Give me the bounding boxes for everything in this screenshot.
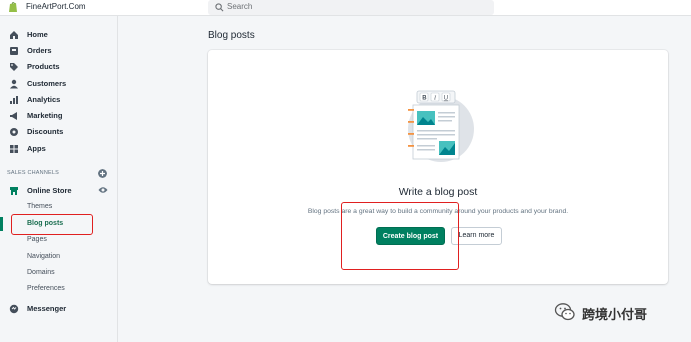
apps-icon xyxy=(10,145,18,153)
tag-icon xyxy=(10,63,18,71)
bar-chart-icon xyxy=(10,96,18,104)
empty-state-heading: Write a blog post xyxy=(398,186,478,198)
svg-text:U: U xyxy=(444,96,448,102)
sidebar-item-label: Discounts xyxy=(27,127,64,136)
search-input[interactable]: Search xyxy=(208,0,494,15)
sidebar-item-marketing[interactable]: Marketing xyxy=(0,109,118,123)
eye-icon[interactable] xyxy=(98,186,108,194)
sidebar-item-label: Marketing xyxy=(27,111,63,120)
sidebar-item-label: Apps xyxy=(27,144,46,153)
sidebar-item-home[interactable]: Home xyxy=(0,28,118,42)
megaphone-icon xyxy=(10,112,17,120)
page-title: Blog posts xyxy=(208,30,255,41)
orders-icon xyxy=(10,47,18,55)
add-channel-icon[interactable] xyxy=(98,169,107,178)
store-name[interactable]: FineArtPort.Com xyxy=(26,2,86,11)
shopify-logo-icon[interactable] xyxy=(8,1,18,13)
watermark: 跨境小付哥 xyxy=(554,301,674,323)
active-indicator xyxy=(0,217,3,231)
watermark-text: 跨境小付哥 xyxy=(582,308,648,323)
highlight-box-create xyxy=(341,202,459,270)
person-icon xyxy=(10,79,18,89)
search-placeholder: Search xyxy=(227,2,253,11)
gear-discount-icon xyxy=(10,128,18,136)
sidebar-item-label: Orders xyxy=(27,46,52,55)
blog-illustration-icon: B I U xyxy=(408,90,474,162)
chat-icon xyxy=(9,304,19,314)
sidebar-item-label: Online Store xyxy=(27,186,72,195)
sidebar-item-analytics[interactable]: Analytics xyxy=(0,93,118,107)
sidebar-subitem-preferences[interactable]: Preferences xyxy=(27,285,65,292)
sidebar-item-label: Home xyxy=(27,30,48,39)
sidebar-subitem-pages[interactable]: Pages xyxy=(27,236,47,243)
sales-channels-heading: SALES CHANNELS xyxy=(7,170,60,176)
highlight-box-sidebar xyxy=(11,214,93,235)
sidebar-subitem-themes[interactable]: Themes xyxy=(27,203,52,210)
sidebar-subitem-domains[interactable]: Domains xyxy=(27,269,55,276)
sidebar-item-apps[interactable]: Apps xyxy=(0,142,118,156)
top-bar: FineArtPort.Com Search xyxy=(0,0,691,16)
sidebar-item-label: Analytics xyxy=(27,95,61,104)
sidebar-item-label: Products xyxy=(27,62,60,71)
store-icon xyxy=(10,187,18,195)
sidebar-item-messenger[interactable]: Messenger xyxy=(0,302,118,316)
home-icon xyxy=(10,31,18,39)
wechat-icon xyxy=(554,303,575,321)
sidebar-item-discounts[interactable]: Discounts xyxy=(0,125,118,139)
search-icon xyxy=(215,3,224,12)
sidebar: Home Orders Products Customers Analytics… xyxy=(0,16,118,342)
sidebar-item-label: Customers xyxy=(27,79,67,88)
sidebar-item-customers[interactable]: Customers xyxy=(0,77,118,91)
sidebar-item-orders[interactable]: Orders xyxy=(0,44,118,58)
sidebar-item-label: Messenger xyxy=(27,304,67,313)
svg-text:B: B xyxy=(422,96,427,102)
sidebar-item-products[interactable]: Products xyxy=(0,60,118,74)
sidebar-subitem-navigation[interactable]: Navigation xyxy=(27,253,60,260)
